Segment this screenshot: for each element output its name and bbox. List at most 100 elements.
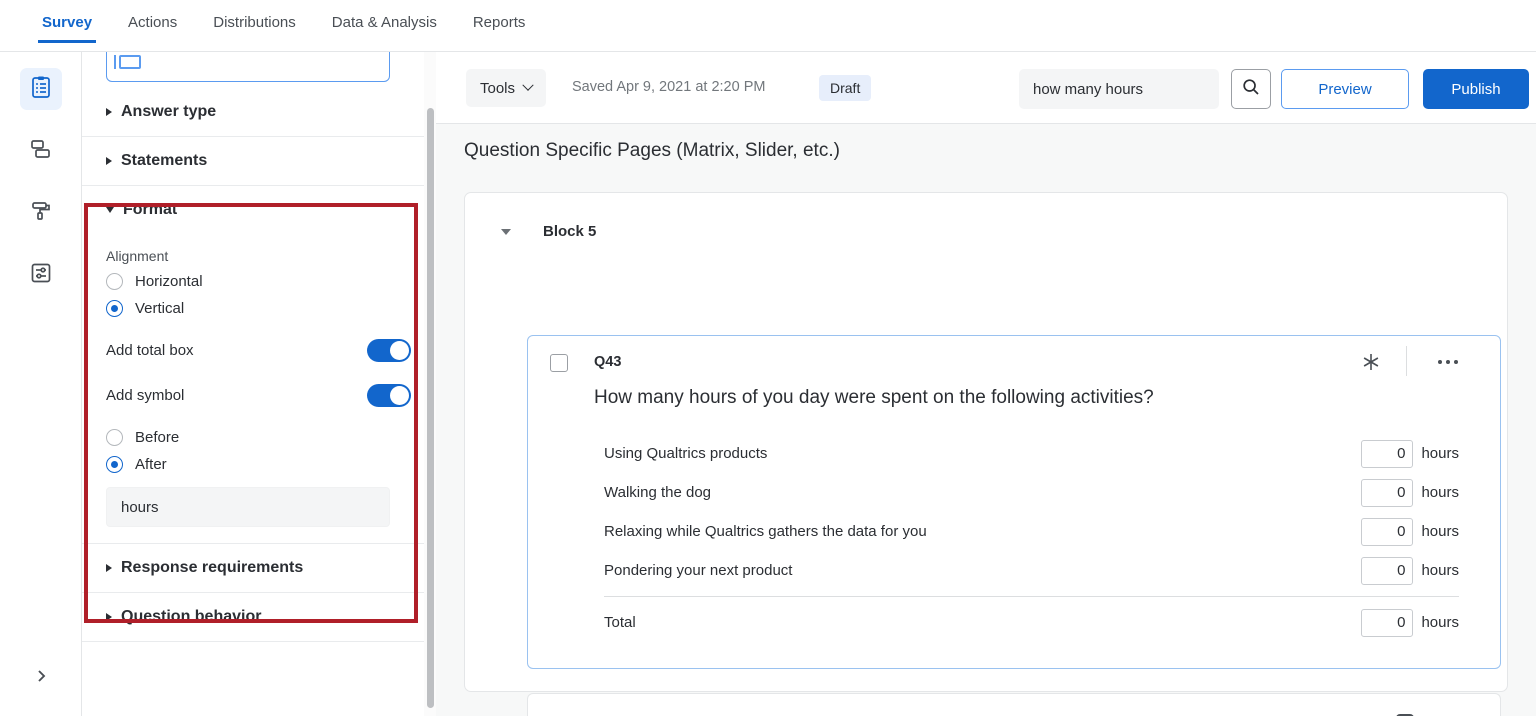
radio-button-selected — [106, 456, 123, 473]
chevron-right-icon — [106, 613, 112, 621]
radio-symbol-before[interactable]: Before — [106, 429, 411, 446]
add-total-box-toggle[interactable] — [367, 339, 411, 362]
status-badge: Draft — [819, 75, 871, 101]
total-row: Total 0 hours — [604, 603, 1459, 642]
statement-value-input[interactable]: 0 — [1361, 479, 1413, 507]
statement-value-input[interactable]: 0 — [1361, 557, 1413, 585]
search-input[interactable]: how many hours — [1019, 69, 1219, 109]
rail-item-survey-builder[interactable] — [20, 68, 62, 110]
radio-symbol-after[interactable]: After — [106, 456, 411, 473]
section-label: Format — [123, 201, 177, 219]
question-actions-divider — [1406, 346, 1407, 376]
question-editor-panel: Answer type Statements Format Alignment … — [82, 52, 436, 716]
tools-dropdown-button[interactable]: Tools — [466, 69, 546, 107]
section-label: Response requirements — [121, 559, 303, 577]
total-value-input[interactable]: 0 — [1361, 609, 1413, 637]
radio-alignment-vertical[interactable]: Vertical — [106, 300, 411, 317]
editor-section-list: Answer type Statements Format Alignment … — [82, 88, 435, 642]
toggle-label: Add symbol — [106, 387, 184, 404]
tab-distributions[interactable]: Distributions — [195, 0, 314, 43]
statement-list: Using Qualtrics products 0 hours Walking… — [604, 434, 1459, 642]
radio-label: Before — [135, 429, 179, 446]
statement-label: Using Qualtrics products — [604, 445, 767, 462]
sidebar-item-statements[interactable]: Statements — [82, 137, 435, 186]
statement-value-input[interactable]: 0 — [1361, 518, 1413, 546]
publish-button[interactable]: Publish — [1423, 69, 1529, 109]
top-navigation: Survey Actions Distributions Data & Anal… — [0, 0, 1536, 52]
toggle-row-add-total-box[interactable]: Add total box — [106, 339, 411, 362]
tab-reports[interactable]: Reports — [455, 0, 544, 43]
section-label: Answer type — [121, 103, 216, 121]
page-title: Question Specific Pages (Matrix, Slider,… — [464, 140, 840, 162]
statement-label: Relaxing while Qualtrics gathers the dat… — [604, 523, 927, 540]
rail-item-look-and-feel[interactable] — [20, 192, 62, 234]
ellipsis-icon[interactable] — [1432, 346, 1464, 378]
rail-item-survey-flow[interactable] — [20, 130, 62, 172]
chevron-right-icon — [33, 668, 49, 689]
chevron-right-icon — [106, 564, 112, 572]
statement-row: Relaxing while Qualtrics gathers the dat… — [604, 512, 1459, 551]
block-name: Block 5 — [543, 223, 596, 240]
statement-label: Pondering your next product — [604, 562, 792, 579]
statement-unit: hours — [1421, 484, 1459, 501]
statement-value-input[interactable]: 0 — [1361, 440, 1413, 468]
add-symbol-toggle[interactable] — [367, 384, 411, 407]
block-card: Block 5 Q43 How many hours of you day we… — [464, 192, 1508, 692]
radio-button — [106, 429, 123, 446]
symbol-text-input[interactable]: hours — [106, 487, 390, 527]
alignment-label: Alignment — [106, 248, 411, 264]
section-label: Statements — [121, 152, 207, 170]
sidebar-item-response-requirements[interactable]: Response requirements — [82, 543, 435, 593]
toggle-row-add-symbol[interactable]: Add symbol — [106, 384, 411, 407]
radio-label: Vertical — [135, 300, 184, 317]
survey-options-icon — [29, 261, 53, 290]
asterisk-icon[interactable] — [1355, 346, 1387, 378]
survey-toolbar: Tools Saved Apr 9, 2021 at 2:20 PM Draft… — [436, 52, 1536, 124]
search-button[interactable] — [1231, 69, 1271, 109]
toggle-label: Add total box — [106, 342, 194, 359]
statement-label: Walking the dog — [604, 484, 711, 501]
paint-roller-icon — [29, 199, 53, 228]
question-type-icon — [119, 55, 141, 69]
clipboard-icon — [29, 75, 53, 104]
left-icon-rail — [0, 52, 82, 716]
question-type-selector[interactable] — [106, 52, 390, 82]
survey-flow-icon — [29, 137, 53, 166]
rail-item-survey-options[interactable] — [20, 254, 62, 296]
tab-data-and-analysis[interactable]: Data & Analysis — [314, 0, 455, 43]
radio-button — [106, 273, 123, 290]
format-section-body: Alignment Horizontal Vertical Add total … — [82, 248, 435, 543]
block-header[interactable]: Block 5 — [501, 223, 596, 240]
radio-label: Horizontal — [135, 273, 203, 290]
chevron-down-icon — [106, 207, 114, 213]
question-text: How many hours of you day were spent on … — [594, 387, 1154, 409]
tools-label: Tools — [480, 80, 515, 97]
radio-alignment-horizontal[interactable]: Horizontal — [106, 273, 411, 290]
magnifier-icon — [1241, 77, 1261, 102]
sidebar-item-question-behavior[interactable]: Question behavior — [82, 593, 435, 642]
total-unit: hours — [1421, 614, 1459, 631]
panel-scrollbar-thumb[interactable] — [427, 108, 434, 708]
chevron-right-icon — [106, 157, 112, 165]
question-card-q44[interactable]: Q44 How many hours of you day were spent… — [527, 693, 1501, 716]
radio-button-selected — [106, 300, 123, 317]
preview-button[interactable]: Preview — [1281, 69, 1409, 109]
total-label: Total — [604, 614, 636, 631]
question-select-checkbox[interactable] — [550, 354, 568, 372]
question-card-q43[interactable]: Q43 How many hours of you day were spent… — [527, 335, 1501, 669]
sidebar-item-format[interactable]: Format — [82, 186, 435, 234]
section-label: Question behavior — [121, 608, 261, 626]
statement-row: Using Qualtrics products 0 hours — [604, 434, 1459, 473]
statement-row: Walking the dog 0 hours — [604, 473, 1459, 512]
radio-label: After — [135, 456, 167, 473]
statement-unit: hours — [1421, 523, 1459, 540]
tab-survey[interactable]: Survey — [24, 0, 110, 43]
tab-actions[interactable]: Actions — [110, 0, 195, 43]
main-content-area: Tools Saved Apr 9, 2021 at 2:20 PM Draft… — [436, 52, 1536, 716]
rail-expand-button[interactable] — [22, 659, 60, 697]
statement-unit: hours — [1421, 562, 1459, 579]
total-divider — [604, 596, 1459, 597]
saved-status-text: Saved Apr 9, 2021 at 2:20 PM — [572, 79, 765, 95]
sidebar-item-answer-type[interactable]: Answer type — [82, 88, 435, 137]
statement-unit: hours — [1421, 445, 1459, 462]
